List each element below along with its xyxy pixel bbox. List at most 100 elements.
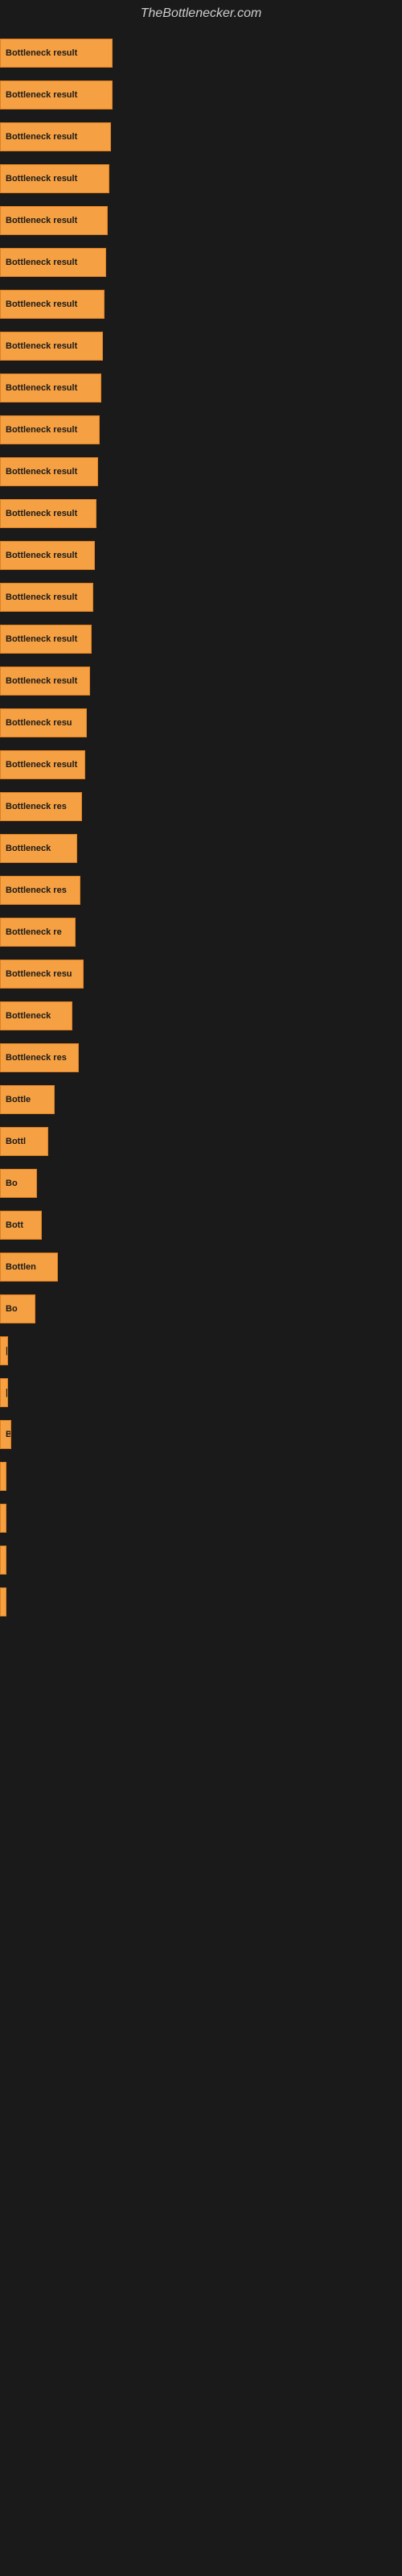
bottleneck-bar[interactable] — [0, 1587, 6, 1616]
bar-row: Bott — [0, 1204, 402, 1246]
bar-label: Bottleneck result — [6, 299, 77, 309]
bar-row: Bottleneck result — [0, 116, 402, 158]
bottleneck-bar[interactable]: Bottleneck result — [0, 80, 113, 109]
bar-label: Bottleneck result — [6, 509, 77, 518]
bottleneck-bar[interactable]: Bo — [0, 1294, 35, 1323]
bar-label: Bottleneck result — [6, 676, 77, 686]
bar-row: Bottleneck res — [0, 869, 402, 911]
bar-row: Bottleneck result — [0, 325, 402, 367]
bar-label: | — [6, 1388, 8, 1397]
bottleneck-bar[interactable]: Bottleneck — [0, 1001, 72, 1030]
bottleneck-bar[interactable]: Bottleneck result — [0, 415, 100, 444]
bottleneck-bar[interactable]: Bottleneck result — [0, 39, 113, 68]
bar-row: B — [0, 1414, 402, 1455]
bar-row: Bottleneck resu — [0, 702, 402, 744]
bar-label: Bottleneck result — [6, 760, 77, 770]
bottleneck-bar[interactable]: Bottleneck result — [0, 122, 111, 151]
bar-label: Bottleneck resu — [6, 718, 72, 728]
bottleneck-bar[interactable]: Bottleneck result — [0, 164, 109, 193]
bar-label: Bo — [6, 1179, 18, 1188]
bar-label: Bottlen — [6, 1262, 36, 1272]
bar-row: Bottleneck result — [0, 493, 402, 535]
bottleneck-bar[interactable]: Bottleneck result — [0, 667, 90, 696]
bar-row: Bottleneck res — [0, 1037, 402, 1079]
bar-label: Bottleneck result — [6, 383, 77, 393]
bottleneck-bar[interactable]: Bottleneck result — [0, 625, 92, 654]
bottleneck-bar[interactable]: | — [0, 1378, 8, 1407]
bar-row: Bottlen — [0, 1246, 402, 1288]
bar-row: | — [0, 1372, 402, 1414]
bar-label: Bottleneck resu — [6, 969, 72, 979]
bottleneck-bar[interactable]: Bottleneck — [0, 834, 77, 863]
bar-label: Bottleneck result — [6, 592, 77, 602]
bottleneck-bar[interactable] — [0, 1504, 6, 1533]
bottleneck-bar[interactable]: Bottleneck result — [0, 290, 105, 319]
bar-label: Bottl — [6, 1137, 26, 1146]
bar-label: Bottleneck — [6, 844, 51, 853]
bottleneck-bar[interactable]: Bottleneck result — [0, 541, 95, 570]
bottleneck-bar[interactable]: | — [0, 1336, 8, 1365]
bar-label: Bottleneck result — [6, 48, 77, 58]
bottleneck-bar[interactable]: Bottleneck result — [0, 206, 108, 235]
bottleneck-bar[interactable]: Bottleneck resu — [0, 708, 87, 737]
bottleneck-bar[interactable]: Bottleneck res — [0, 1043, 79, 1072]
bottleneck-bar[interactable]: Bottleneck result — [0, 499, 96, 528]
bottleneck-bar[interactable]: Bottle — [0, 1085, 55, 1114]
bar-label: B — [6, 1430, 11, 1439]
bar-row: Bottleneck res — [0, 786, 402, 828]
bottleneck-bar[interactable]: Bottleneck res — [0, 792, 82, 821]
bar-label: Bottleneck result — [6, 341, 77, 351]
bottleneck-bar[interactable]: Bottleneck result — [0, 750, 85, 779]
bar-row: Bottleneck result — [0, 74, 402, 116]
bar-row: Bottleneck resu — [0, 953, 402, 995]
bar-label: Bottleneck result — [6, 258, 77, 267]
bar-label: Bottleneck res — [6, 802, 67, 811]
bottleneck-bar[interactable]: Bottleneck res — [0, 876, 80, 905]
bottleneck-bar[interactable]: Bo — [0, 1169, 37, 1198]
bar-label: Bo — [6, 1304, 18, 1314]
bar-row: Bottleneck result — [0, 158, 402, 200]
bar-row: Bottleneck result — [0, 535, 402, 576]
bottleneck-bar[interactable]: Bottleneck result — [0, 374, 101, 402]
bottleneck-bar[interactable]: Bottleneck re — [0, 918, 76, 947]
bar-row: Bo — [0, 1162, 402, 1204]
site-title: TheBottlenecker.com — [0, 0, 402, 24]
bottleneck-bar[interactable]: B — [0, 1420, 11, 1449]
bottleneck-bar[interactable] — [0, 1462, 6, 1491]
bottleneck-bar[interactable]: Bottlen — [0, 1253, 58, 1282]
bar-row — [0, 1539, 402, 1581]
bar-row: Bottleneck result — [0, 242, 402, 283]
bottleneck-bar[interactable]: Bottleneck result — [0, 583, 93, 612]
bottleneck-bar[interactable] — [0, 1546, 6, 1575]
bar-label: Bottleneck result — [6, 634, 77, 644]
bar-row: Bottleneck result — [0, 283, 402, 325]
bottleneck-bar[interactable]: Bottleneck result — [0, 332, 103, 361]
bar-row: Bottl — [0, 1121, 402, 1162]
bar-row: Bottleneck result — [0, 660, 402, 702]
bar-row: Bottleneck re — [0, 911, 402, 953]
bar-row: Bottleneck result — [0, 618, 402, 660]
bar-row: Bottleneck result — [0, 744, 402, 786]
bar-row: Bottleneck result — [0, 367, 402, 409]
bar-row: Bottle — [0, 1079, 402, 1121]
bar-row: Bo — [0, 1288, 402, 1330]
bottleneck-bar[interactable]: Bottleneck result — [0, 248, 106, 277]
bar-row: Bottleneck result — [0, 451, 402, 493]
bottleneck-bar[interactable]: Bottleneck resu — [0, 960, 84, 989]
bar-label: Bottleneck result — [6, 216, 77, 225]
bar-label: Bottleneck result — [6, 467, 77, 477]
bar-label: Bottleneck result — [6, 551, 77, 560]
bar-row — [0, 1581, 402, 1623]
bar-row: Bottleneck result — [0, 32, 402, 74]
bottleneck-bar[interactable]: Bottl — [0, 1127, 48, 1156]
bar-row: Bottleneck — [0, 995, 402, 1037]
bar-label: Bottleneck — [6, 1011, 51, 1021]
bar-label: Bottleneck result — [6, 174, 77, 184]
bar-label: Bott — [6, 1220, 23, 1230]
bar-row: | — [0, 1330, 402, 1372]
bar-row: Bottleneck result — [0, 409, 402, 451]
bottleneck-bar[interactable]: Bottleneck result — [0, 457, 98, 486]
bar-label: Bottleneck result — [6, 132, 77, 142]
bar-label: | — [6, 1346, 8, 1356]
bottleneck-bar[interactable]: Bott — [0, 1211, 42, 1240]
